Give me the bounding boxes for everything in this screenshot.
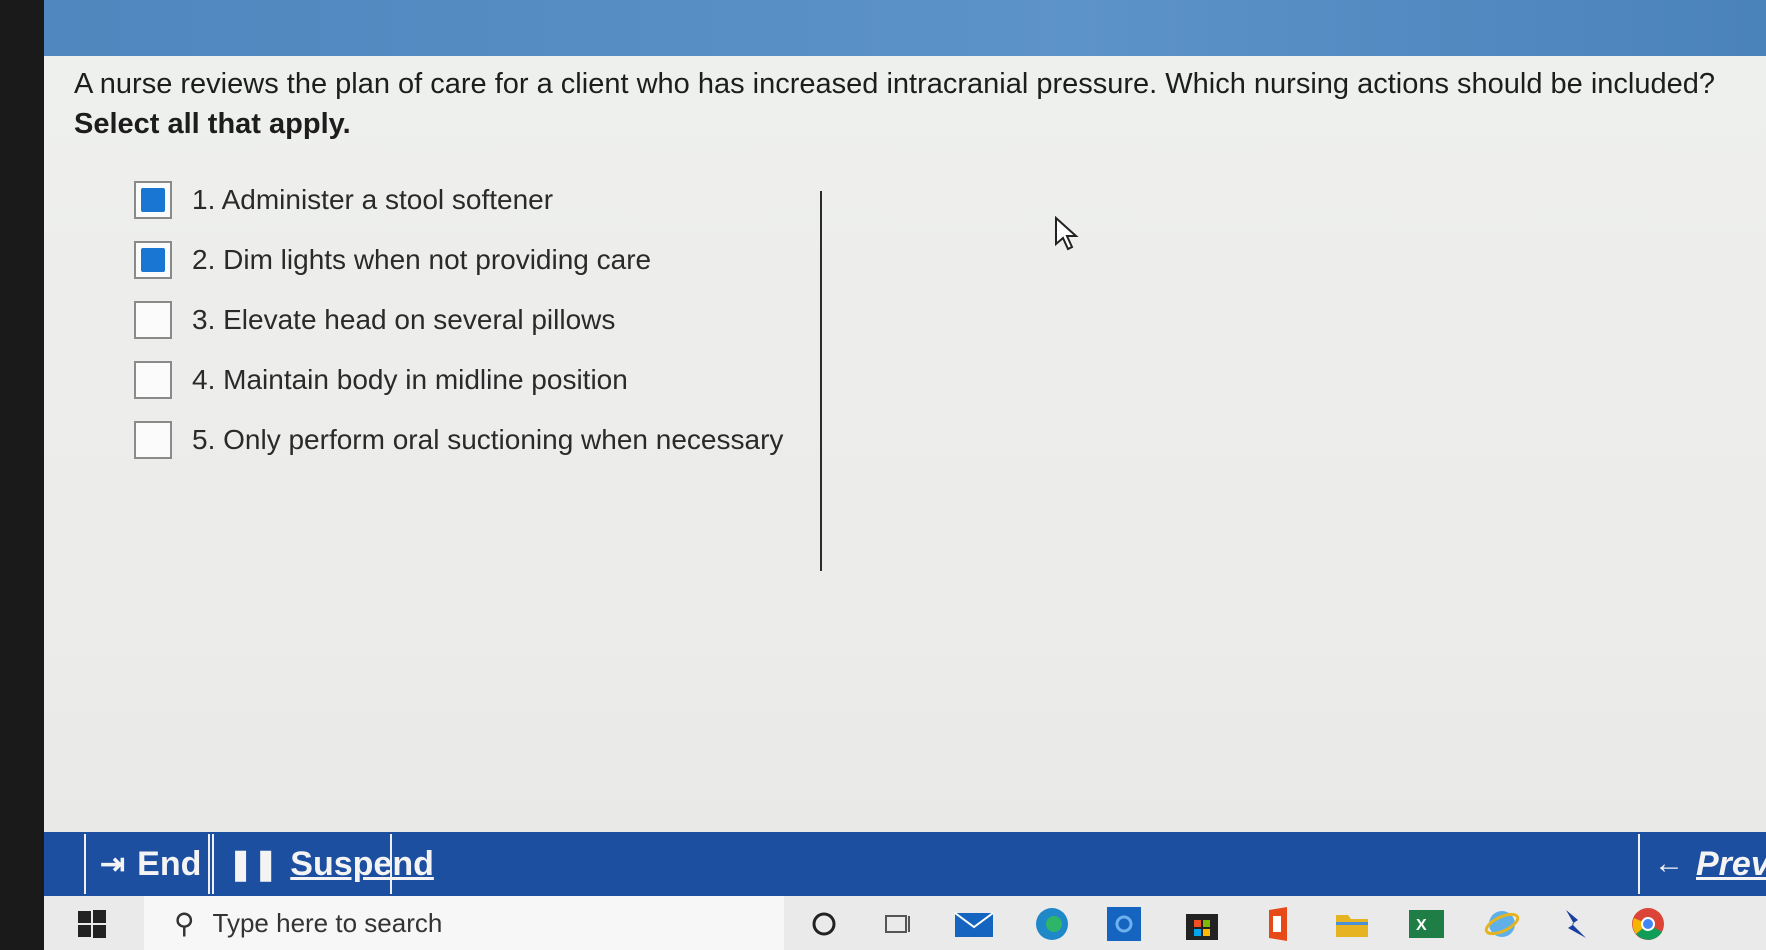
search-placeholder: Type here to search — [212, 907, 443, 938]
previous-label: Previ — [1696, 844, 1766, 883]
question-text: A nurse reviews the plan of care for a c… — [74, 68, 1716, 100]
option-2[interactable]: 2. Dim lights when not providing care — [134, 238, 651, 282]
option-5-checkbox[interactable] — [134, 421, 172, 459]
option-3-label[interactable]: 3. Elevate head on several pillows — [192, 304, 615, 336]
top-bar — [44, 0, 1766, 56]
chrome-icon[interactable] — [1630, 906, 1666, 942]
file-explorer-icon[interactable] — [1334, 906, 1370, 942]
pause-icon: ❚❚ — [228, 847, 279, 881]
task-view-icon[interactable] — [880, 906, 916, 942]
mail-icon[interactable] — [954, 906, 994, 942]
windows-taskbar: ⚲ Type here to search X — [44, 896, 1766, 950]
cortana-icon[interactable] — [806, 906, 842, 942]
svg-text:X: X — [1416, 917, 1427, 934]
exam-screen: A nurse reviews the plan of care for a c… — [44, 0, 1766, 950]
option-4-checkbox[interactable] — [134, 361, 172, 399]
arrow-left-icon: ← — [1654, 847, 1684, 880]
option-1[interactable]: 1. Administer a stool softener — [134, 178, 553, 222]
option-4[interactable]: 4. Maintain body in midline position — [134, 358, 628, 402]
mouse-cursor-icon — [1055, 216, 1079, 251]
previous-button[interactable]: ← Previ — [1638, 834, 1766, 894]
option-2-checkbox[interactable] — [134, 241, 172, 279]
excel-icon[interactable]: X — [1408, 906, 1444, 942]
option-1-label[interactable]: 1. Administer a stool softener — [192, 184, 553, 216]
option-3[interactable]: 3. Elevate head on several pillows — [134, 298, 615, 342]
option-5[interactable]: 5. Only perform oral suctioning when nec… — [134, 418, 783, 462]
end-button[interactable]: ⇥ End — [84, 834, 210, 894]
windows-start-icon[interactable] — [74, 906, 110, 942]
suspend-label: Suspend — [290, 844, 434, 883]
app-icon[interactable] — [1558, 906, 1594, 942]
panel-divider — [820, 191, 822, 571]
internet-explorer-icon[interactable] — [1484, 906, 1520, 942]
option-2-label[interactable]: 2. Dim lights when not providing care — [192, 244, 651, 276]
taskbar-search-box[interactable]: ⚲ Type here to search — [144, 896, 784, 950]
question-panel: A nurse reviews the plan of care for a c… — [44, 56, 1766, 832]
edge-icon[interactable] — [1034, 906, 1070, 942]
search-icon: ⚲ — [174, 907, 195, 939]
end-icon: ⇥ — [100, 847, 126, 881]
store-icon[interactable] — [1184, 906, 1220, 942]
option-5-label[interactable]: 5. Only perform oral suctioning when nec… — [192, 424, 783, 456]
option-3-checkbox[interactable] — [134, 301, 172, 339]
question-instruction: Select all that apply. — [74, 108, 351, 140]
option-1-checkbox[interactable] — [134, 181, 172, 219]
option-4-label[interactable]: 4. Maintain body in midline position — [192, 364, 628, 396]
outlook-icon[interactable] — [1106, 906, 1142, 942]
office-icon[interactable] — [1260, 906, 1296, 942]
action-bar: ⇥ End ❚❚ Suspend ← Previ — [44, 832, 1766, 896]
suspend-button[interactable]: ❚❚ Suspend — [212, 834, 434, 894]
end-label: End — [137, 844, 202, 883]
